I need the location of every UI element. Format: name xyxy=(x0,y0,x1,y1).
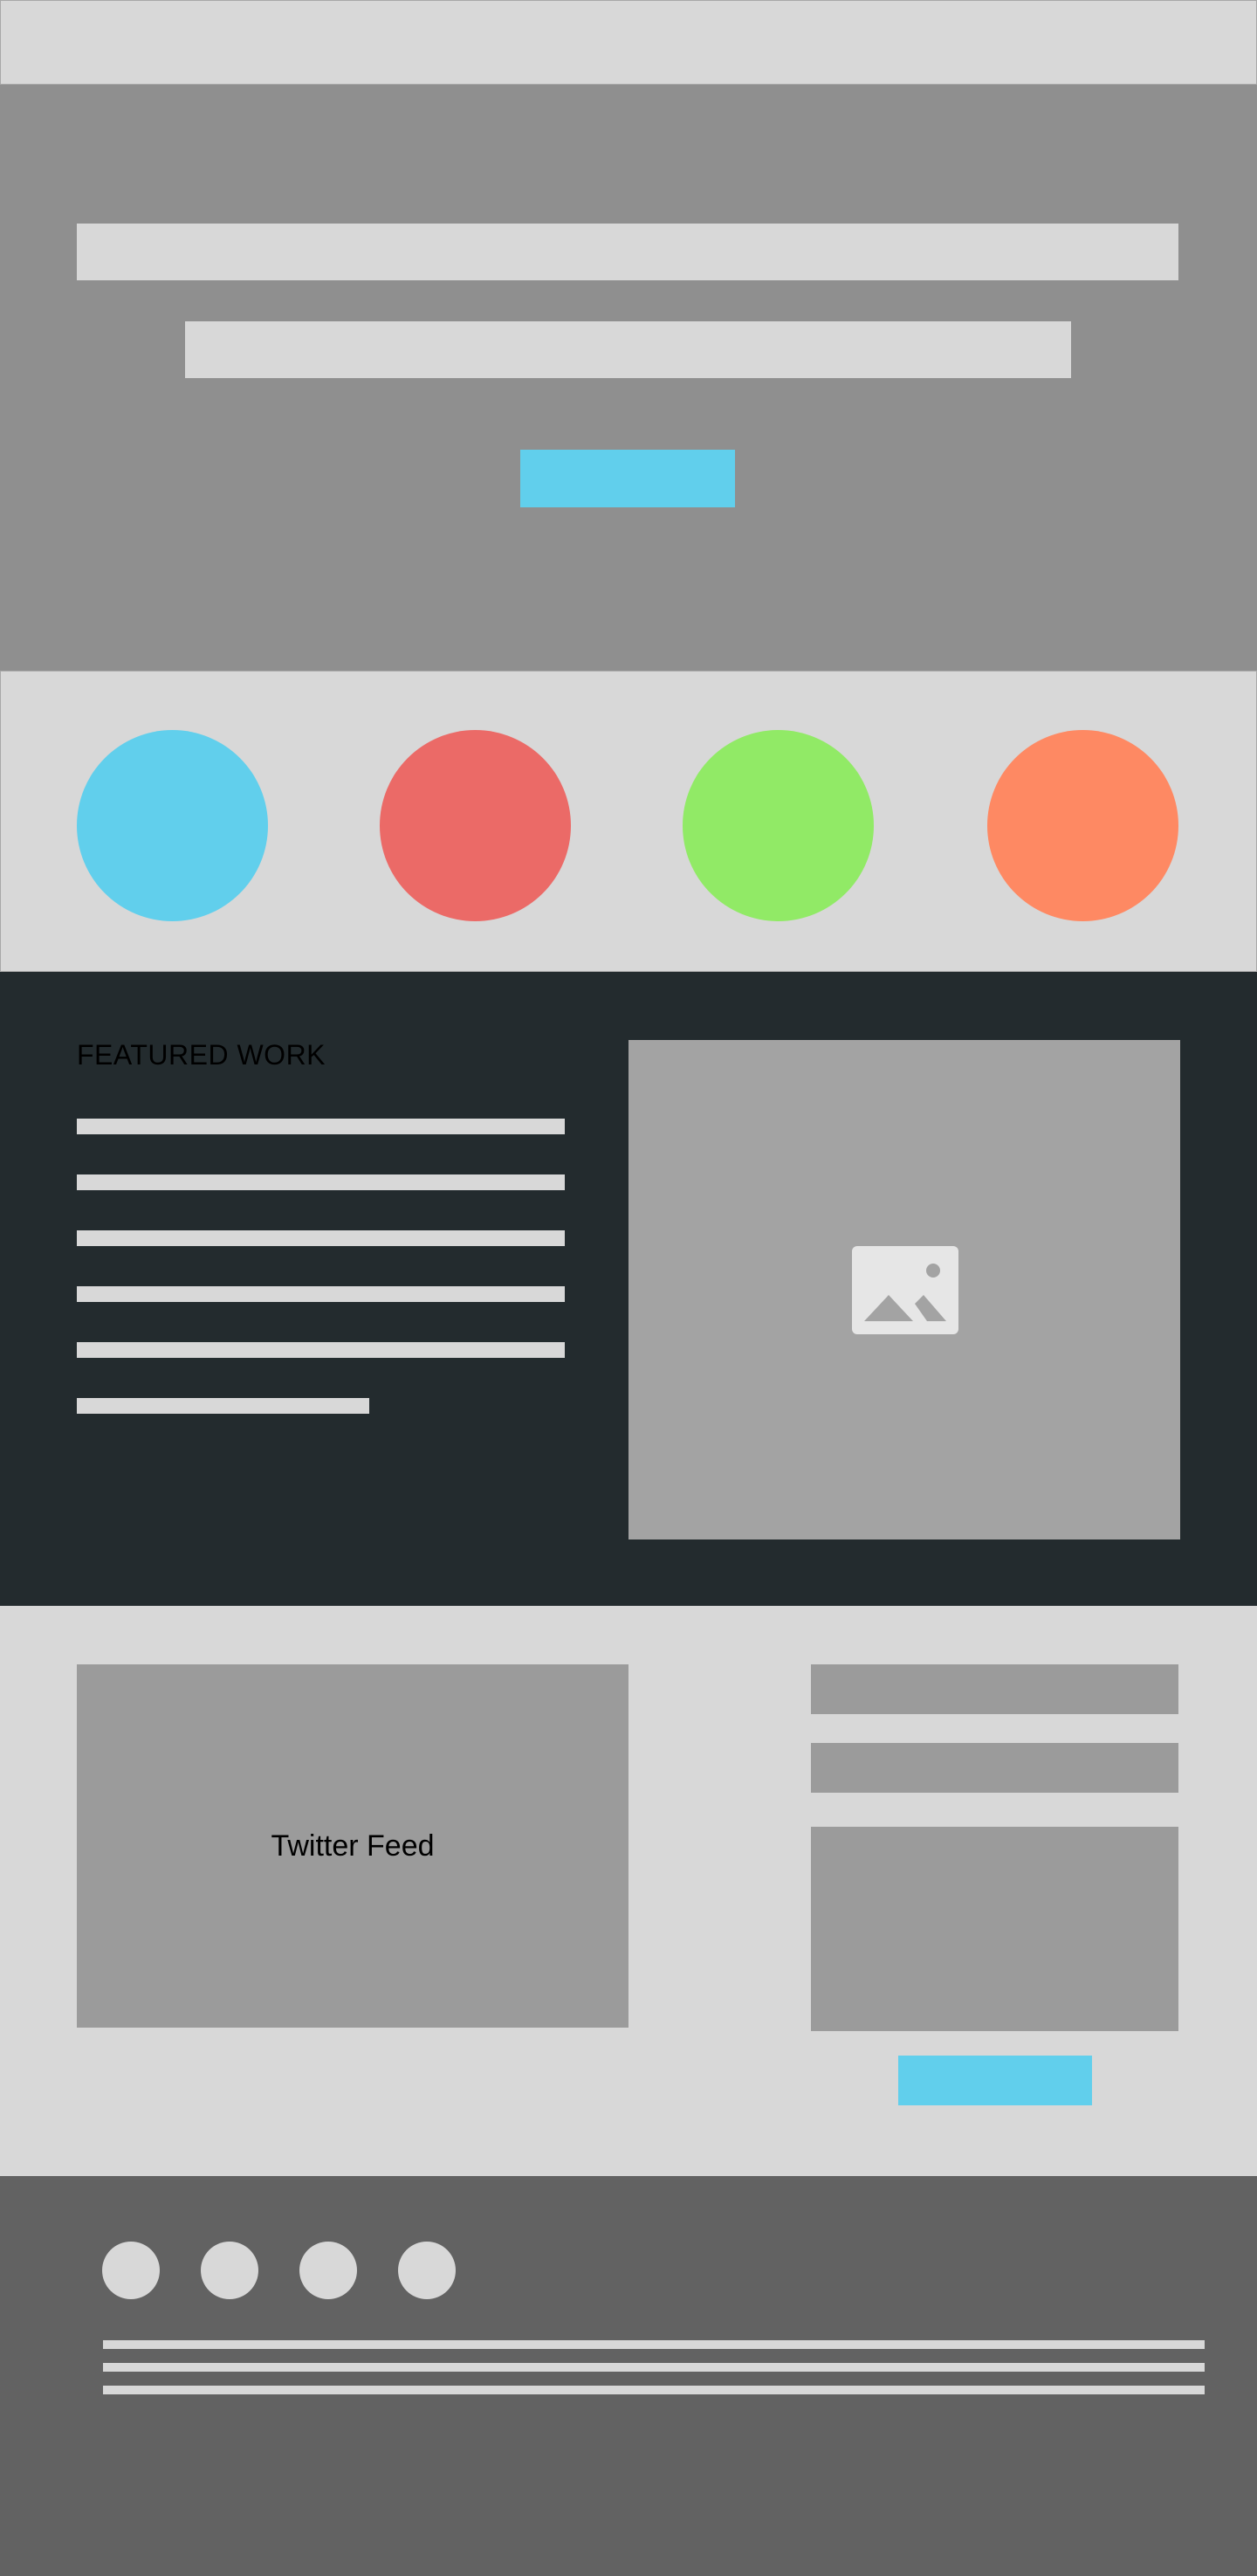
text-line-placeholder xyxy=(77,1342,565,1358)
feature-circle-blue[interactable] xyxy=(77,730,268,921)
top-nav-bar xyxy=(0,0,1257,85)
text-line-placeholder xyxy=(77,1230,565,1246)
footer xyxy=(0,2176,1257,2576)
hero-cta-button[interactable] xyxy=(520,450,735,507)
hero-subheadline-placeholder xyxy=(185,321,1071,378)
feature-circle-orange[interactable] xyxy=(987,730,1178,921)
form-submit-button[interactable] xyxy=(898,2056,1092,2105)
image-icon xyxy=(852,1246,958,1334)
form-email-field[interactable] xyxy=(811,1743,1178,1793)
social-icon-3[interactable] xyxy=(299,2242,357,2299)
hero-headline-placeholder xyxy=(77,224,1178,280)
text-line-placeholder xyxy=(77,1174,565,1190)
social-icon-2[interactable] xyxy=(201,2242,258,2299)
text-line-placeholder xyxy=(77,1119,565,1134)
social-icon-4[interactable] xyxy=(398,2242,456,2299)
text-line-placeholder xyxy=(77,1286,565,1302)
twitter-feed-label: Twitter Feed xyxy=(271,1829,435,1863)
featured-work-image[interactable] xyxy=(628,1040,1180,1539)
feature-circle-red[interactable] xyxy=(380,730,571,921)
footer-text-line xyxy=(103,2340,1205,2349)
form-message-field[interactable] xyxy=(811,1827,1178,2031)
form-name-field[interactable] xyxy=(811,1664,1178,1714)
text-line-placeholder xyxy=(77,1398,369,1414)
twitter-feed[interactable]: Twitter Feed xyxy=(77,1664,628,2028)
footer-text-line xyxy=(103,2386,1205,2394)
feature-circle-green[interactable] xyxy=(683,730,874,921)
footer-text-line xyxy=(103,2363,1205,2372)
featured-work-title: FEATURED WORK xyxy=(77,1039,326,1071)
social-icon-1[interactable] xyxy=(102,2242,160,2299)
